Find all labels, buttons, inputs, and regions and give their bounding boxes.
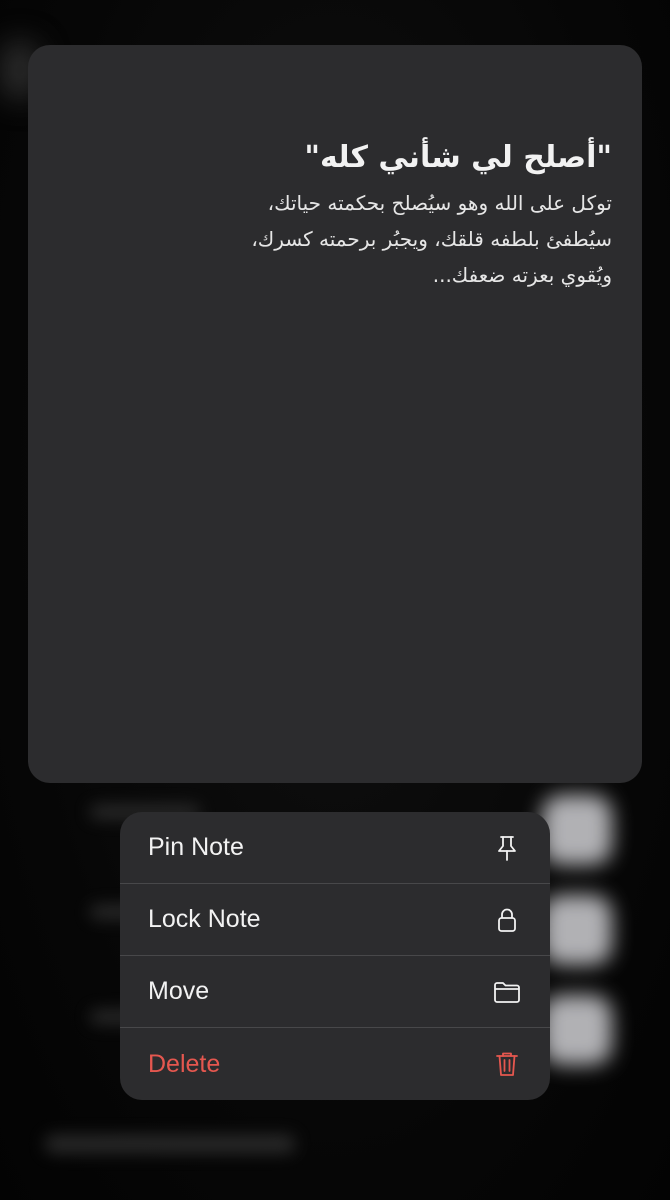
menu-item-label: Pin Note	[148, 833, 244, 861]
blurred-thumbnail	[542, 895, 612, 965]
menu-item-label: Delete	[148, 1049, 221, 1078]
screen: "أصلح لي شأني كله" توكل على الله وهو سيُ…	[0, 0, 670, 1200]
lock-icon	[492, 905, 522, 935]
menu-item-label: Lock Note	[148, 905, 261, 933]
pin-note-menu-item[interactable]: Pin Note	[120, 812, 550, 884]
trash-icon	[492, 1049, 522, 1079]
note-preview-card[interactable]: "أصلح لي شأني كله" توكل على الله وهو سيُ…	[28, 45, 642, 783]
pin-icon	[492, 833, 522, 863]
note-title: "أصلح لي شأني كله"	[304, 140, 612, 175]
note-body: توكل على الله وهو سيُصلح بحكمته حياتك، س…	[251, 191, 612, 287]
blurred-thumbnail	[542, 795, 612, 865]
folder-icon	[492, 977, 522, 1007]
menu-item-label: Move	[148, 977, 210, 1005]
delete-menu-item[interactable]: Delete	[120, 1028, 550, 1100]
blurred-thumbnail	[542, 995, 612, 1065]
move-menu-item[interactable]: Move	[120, 956, 550, 1028]
blurred-footer-text	[45, 1135, 295, 1153]
context-menu: Pin Note Lock Note Move Delete	[120, 812, 550, 1100]
lock-note-menu-item[interactable]: Lock Note	[120, 884, 550, 956]
